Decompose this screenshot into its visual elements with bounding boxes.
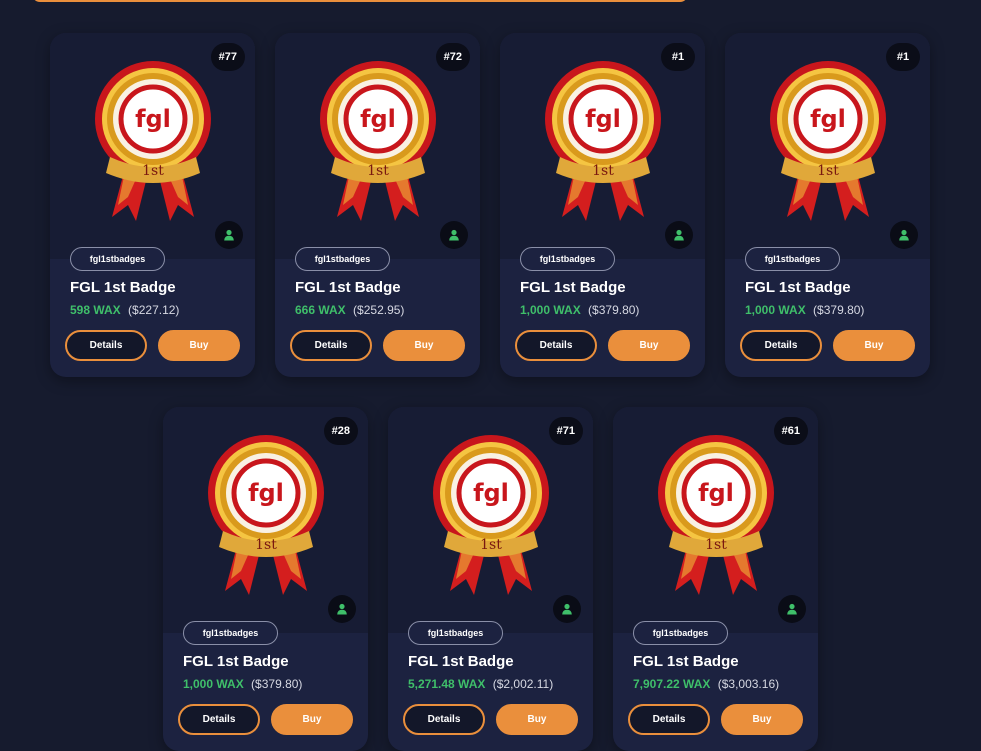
collection-tag[interactable]: fgl1stbadges [183, 621, 278, 645]
buy-button[interactable]: Buy [721, 704, 803, 735]
svg-text:fgl: fgl [248, 479, 284, 507]
price: 7,907.22 WAX ($3,003.16) [633, 677, 779, 691]
price-wax: 1,000 WAX [183, 677, 244, 691]
price-usd: ($2,002.11) [492, 677, 554, 691]
nft-card[interactable]: fgl 1st #1 fgl1stbadges FGL 1st Badge 1,… [500, 33, 705, 377]
svg-text:fgl: fgl [698, 479, 734, 507]
nft-card[interactable]: fgl 1st #1 fgl1stbadges FGL 1st Badge 1,… [725, 33, 930, 377]
asset-name: FGL 1st Badge [745, 279, 851, 296]
card-image[interactable]: fgl 1st #1 [500, 33, 705, 259]
mint-number-badge: #1 [661, 43, 695, 71]
asset-name: FGL 1st Badge [70, 279, 176, 296]
collection-tag[interactable]: fgl1stbadges [745, 247, 840, 271]
card-image[interactable]: fgl 1st #61 [613, 407, 818, 633]
top-search-bar-edge[interactable] [32, 0, 688, 2]
nft-card[interactable]: fgl 1st #28 fgl1stbadges FGL 1st Badge 1… [163, 407, 368, 751]
svg-text:fgl: fgl [585, 105, 621, 133]
svg-text:fgl: fgl [810, 105, 846, 133]
user-icon[interactable] [665, 221, 693, 249]
svg-text:fgl: fgl [360, 105, 396, 133]
price: 1,000 WAX ($379.80) [183, 677, 302, 691]
mint-number-badge: #72 [435, 43, 470, 71]
details-button[interactable]: Details [515, 330, 597, 361]
price-usd: ($379.80) [251, 677, 303, 691]
price-usd: ($3,003.16) [717, 677, 780, 691]
fgl-badge-image: fgl 1st [545, 61, 661, 221]
details-button[interactable]: Details [290, 330, 372, 361]
price: 666 WAX ($252.95) [295, 303, 404, 317]
mint-number-badge: #61 [773, 417, 808, 445]
svg-text:1st: 1st [255, 537, 277, 553]
price-wax: 1,000 WAX [745, 303, 806, 317]
details-button[interactable]: Details [65, 330, 147, 361]
details-button[interactable]: Details [178, 704, 260, 735]
fgl-badge-image: fgl 1st [770, 61, 886, 221]
price-usd: ($252.95) [353, 303, 405, 317]
buy-button[interactable]: Buy [383, 330, 465, 361]
card-image[interactable]: fgl 1st #77 [50, 33, 255, 259]
nft-card[interactable]: fgl 1st #72 fgl1stbadges FGL 1st Badge 6… [275, 33, 480, 377]
price-wax: 5,271.48 WAX [408, 677, 486, 691]
asset-name: FGL 1st Badge [408, 653, 514, 670]
mint-number-badge: #77 [210, 43, 245, 71]
asset-name: FGL 1st Badge [633, 653, 739, 670]
fgl-badge-image: fgl 1st [95, 61, 211, 221]
price-wax: 666 WAX [295, 303, 346, 317]
svg-text:1st: 1st [592, 163, 614, 179]
price: 1,000 WAX ($379.80) [745, 303, 864, 317]
card-image[interactable]: fgl 1st #71 [388, 407, 593, 633]
mint-number-badge: #28 [323, 417, 358, 445]
svg-text:1st: 1st [705, 537, 727, 553]
price-wax: 7,907.22 WAX [633, 677, 711, 691]
user-icon[interactable] [890, 221, 918, 249]
price: 1,000 WAX ($379.80) [520, 303, 639, 317]
card-image[interactable]: fgl 1st #28 [163, 407, 368, 633]
asset-name: FGL 1st Badge [520, 279, 626, 296]
price-wax: 1,000 WAX [520, 303, 581, 317]
fgl-badge-image: fgl 1st [433, 435, 549, 595]
price: 598 WAX ($227.12) [70, 303, 179, 317]
price-wax: 598 WAX [70, 303, 121, 317]
collection-tag[interactable]: fgl1stbadges [408, 621, 503, 645]
collection-tag[interactable]: fgl1stbadges [295, 247, 390, 271]
svg-text:1st: 1st [367, 163, 389, 179]
collection-tag[interactable]: fgl1stbadges [520, 247, 615, 271]
svg-text:1st: 1st [480, 537, 502, 553]
details-button[interactable]: Details [628, 704, 710, 735]
user-icon[interactable] [440, 221, 468, 249]
asset-name: FGL 1st Badge [183, 653, 289, 670]
nft-card[interactable]: fgl 1st #61 fgl1stbadges FGL 1st Badge 7… [613, 407, 818, 751]
card-image[interactable]: fgl 1st #72 [275, 33, 480, 259]
price-usd: ($227.12) [128, 303, 180, 317]
price-usd: ($379.80) [588, 303, 640, 317]
mint-number-badge: #1 [886, 43, 920, 71]
nft-card[interactable]: fgl 1st #77 fgl1stbadges FGL 1st Badge 5… [50, 33, 255, 377]
price-usd: ($379.80) [813, 303, 865, 317]
svg-text:1st: 1st [142, 163, 164, 179]
buy-button[interactable]: Buy [608, 330, 690, 361]
fgl-badge-image: fgl 1st [208, 435, 324, 595]
user-icon[interactable] [778, 595, 806, 623]
buy-button[interactable]: Buy [833, 330, 915, 361]
details-button[interactable]: Details [740, 330, 822, 361]
collection-tag[interactable]: fgl1stbadges [633, 621, 728, 645]
fgl-badge-image: fgl 1st [320, 61, 436, 221]
asset-name: FGL 1st Badge [295, 279, 401, 296]
svg-text:fgl: fgl [135, 105, 171, 133]
buy-button[interactable]: Buy [496, 704, 578, 735]
nft-card[interactable]: fgl 1st #71 fgl1stbadges FGL 1st Badge 5… [388, 407, 593, 751]
price: 5,271.48 WAX ($2,002.11) [408, 677, 553, 691]
svg-text:1st: 1st [817, 163, 839, 179]
collection-tag[interactable]: fgl1stbadges [70, 247, 165, 271]
fgl-badge-image: fgl 1st [658, 435, 774, 595]
user-icon[interactable] [215, 221, 243, 249]
card-image[interactable]: fgl 1st #1 [725, 33, 930, 259]
svg-text:fgl: fgl [473, 479, 509, 507]
user-icon[interactable] [553, 595, 581, 623]
user-icon[interactable] [328, 595, 356, 623]
details-button[interactable]: Details [403, 704, 485, 735]
buy-button[interactable]: Buy [271, 704, 353, 735]
buy-button[interactable]: Buy [158, 330, 240, 361]
mint-number-badge: #71 [548, 417, 583, 445]
